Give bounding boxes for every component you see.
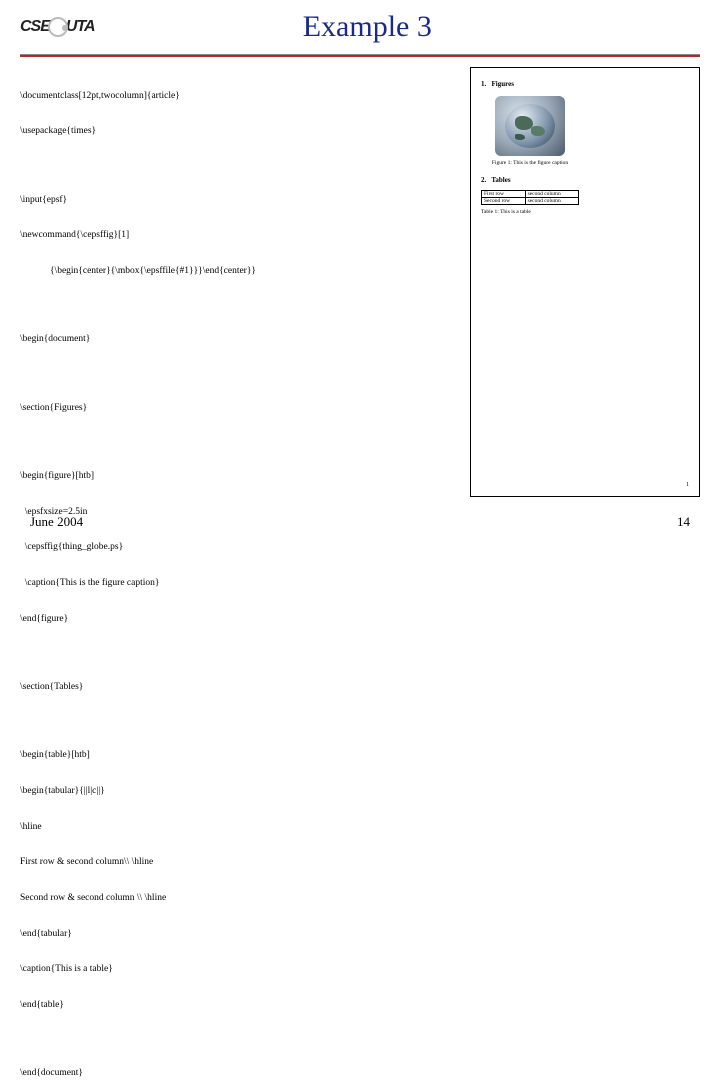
code-line: \caption{This is the figure caption} bbox=[20, 578, 460, 590]
code-line: \end{document} bbox=[20, 1068, 460, 1080]
code-line: \begin{table}[htb] bbox=[20, 750, 460, 762]
footer-page-number: 14 bbox=[677, 514, 690, 530]
code-line: Second row & second column \\ \hline bbox=[20, 893, 460, 905]
code-line: \end{tabular} bbox=[20, 929, 460, 941]
latex-source-column: \documentclass[12pt,twocolumn]{article} … bbox=[20, 67, 460, 497]
output-right-column: 1 bbox=[591, 76, 689, 488]
code-line: {\begin{center}{\mbox{\epsffile{#1}}}\en… bbox=[50, 266, 460, 278]
figure-block: Figure 1: This is the figure caption bbox=[481, 96, 579, 166]
code-line: \newcommand{\cepsffig}[1] bbox=[20, 230, 460, 242]
section-number: 1. bbox=[481, 80, 486, 88]
rendered-output-column: 1. Figures Figure 1: This is the figure … bbox=[470, 67, 700, 497]
section-title: Tables bbox=[491, 176, 510, 184]
table-cell: second column bbox=[525, 198, 578, 205]
output-left-column: 1. Figures Figure 1: This is the figure … bbox=[481, 76, 579, 488]
code-line: \begin{document} bbox=[20, 334, 460, 346]
code-line: \end{figure} bbox=[20, 614, 460, 626]
page-mark: 1 bbox=[686, 482, 689, 488]
code-line: \begin{figure}[htb] bbox=[20, 471, 460, 483]
globe-icon bbox=[495, 96, 565, 156]
table-caption: Table 1: This is a table bbox=[481, 209, 579, 215]
code-line: \input{epsf} bbox=[20, 195, 460, 207]
code-line: \hline bbox=[20, 822, 460, 834]
table-row: First row second column bbox=[482, 191, 579, 198]
table-row: Second row second column bbox=[482, 198, 579, 205]
slide-content: \documentclass[12pt,twocolumn]{article} … bbox=[0, 57, 720, 497]
code-line: \section{Tables} bbox=[20, 682, 460, 694]
rendered-table: First row second column Second row secon… bbox=[481, 190, 579, 205]
code-line: \cepsffig{thing_globe.ps} bbox=[20, 542, 460, 554]
code-line: \section{Figures} bbox=[20, 403, 460, 415]
at-icon bbox=[48, 17, 68, 37]
slide-footer: June 2004 14 bbox=[0, 514, 720, 530]
code-line: \end{table} bbox=[20, 1000, 460, 1012]
table-cell: First row bbox=[482, 191, 526, 198]
figure-caption: Figure 1: This is the figure caption bbox=[492, 160, 568, 166]
code-line: First row & second column\\ \hline bbox=[20, 857, 460, 869]
slide-header: CSE UTA Example 3 bbox=[0, 0, 720, 50]
table-cell: second column bbox=[525, 191, 578, 198]
code-line: \documentclass[12pt,twocolumn]{article} bbox=[20, 91, 460, 103]
section-heading: 2. Tables bbox=[481, 176, 579, 184]
code-line: \caption{This is a table} bbox=[20, 964, 460, 976]
footer-date: June 2004 bbox=[30, 514, 83, 530]
section-title: Figures bbox=[492, 80, 514, 88]
slide-title: Example 3 bbox=[35, 10, 700, 44]
table-cell: Second row bbox=[482, 198, 526, 205]
section-number: 2. bbox=[481, 176, 486, 184]
code-line: \begin{tabular}{||l|c||} bbox=[20, 786, 460, 798]
code-line: \usepackage{times} bbox=[20, 126, 460, 138]
section-heading: 1. Figures bbox=[481, 80, 579, 88]
